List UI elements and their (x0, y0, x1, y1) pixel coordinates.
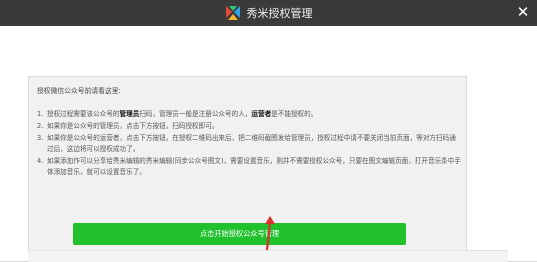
item-text: 如果你是公众号的管理员，点击下方按钮，扫码授权即可。 (47, 122, 219, 130)
list-item: 1. 授权过程需要该公众号的管理员扫码，管理员一般是注册公众号的人，运营者是不能… (37, 109, 462, 120)
item-number: 4. (37, 157, 44, 165)
authorize-button[interactable]: 点击开始授权公众号管理 (73, 223, 406, 245)
item-number: 3. (37, 134, 44, 142)
close-button[interactable]: ✕ (513, 2, 533, 22)
notice-panel: 授权微信公众号前请看这里: 1. 授权过程需要该公众号的管理员扫码，管理员一般是… (28, 76, 467, 254)
xiumi-logo-icon (225, 6, 240, 20)
list-item: 2. 如果你是公众号的管理员，点击下方按钮，扫码授权即可。 (37, 121, 462, 132)
item-text: 如果你是公众号的运营者，点击下方按钮，在授权二维码出来后，把二维码截图发给管理员… (47, 134, 456, 153)
operator-emphasis: 运营者 (251, 110, 272, 118)
notice-list: 1. 授权过程需要该公众号的管理员扫码，管理员一般是注册公众号的人，运营者是不能… (37, 109, 462, 179)
app-title-group: 秀米授权管理 (0, 0, 537, 26)
item-text: 如果添加作可以分享给秀米编辑的秀米编辑(同步公众号图文)，需要设置音乐，则并不需… (47, 157, 461, 176)
title-bar: 秀米授权管理 ✕ (0, 0, 537, 26)
window-title: 秀米授权管理 (246, 7, 313, 20)
item-text-part: 是不能授权的。 (271, 110, 318, 118)
list-item: 4. 如果添加作可以分享给秀米编辑的秀米编辑(同步公众号图文)，需要设置音乐，则… (37, 156, 462, 178)
list-item: 3. 如果你是公众号的运营者，点击下方按钮，在授权二维码出来后，把二维码截图发给… (37, 133, 462, 155)
item-text-part: 授权过程需要该公众号的 (47, 110, 120, 118)
item-number: 2. (37, 122, 44, 130)
notice-title: 授权微信公众号前请看这里: (37, 87, 121, 95)
admin-emphasis: 管理员 (119, 110, 140, 118)
lower-panel (28, 250, 508, 262)
item-text-part: 扫码，管理员一般是注册公众号的人， (139, 110, 252, 118)
item-number: 1. (37, 110, 44, 118)
item-text: 授权过程需要该公众号的管理员扫码，管理员一般是注册公众号的人，运营者是不能授权的… (47, 109, 462, 120)
